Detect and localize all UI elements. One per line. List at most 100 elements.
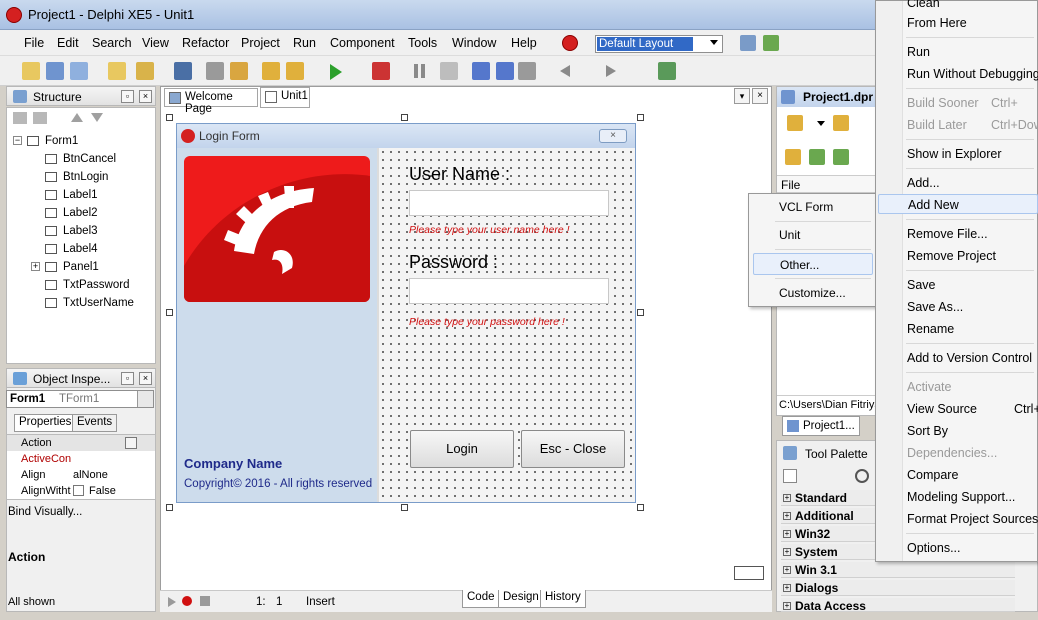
form-position-preview[interactable]	[734, 566, 764, 580]
save-all-icon[interactable]	[206, 62, 224, 80]
remove-from-project-icon[interactable]	[286, 62, 304, 80]
save-desktop-icon[interactable]	[740, 35, 756, 51]
back-arrow-icon[interactable]	[560, 65, 570, 77]
close-icon[interactable]: ×	[139, 372, 152, 385]
chevron-down-icon[interactable]	[817, 121, 825, 126]
open-project-icon[interactable]	[136, 62, 154, 80]
property-row[interactable]: Align alNone	[7, 467, 155, 483]
open-icon[interactable]	[108, 62, 126, 80]
tab-events[interactable]: Events	[72, 414, 118, 432]
file-column-header[interactable]: File	[777, 175, 875, 193]
menu-item-save[interactable]: Save	[878, 275, 1038, 295]
tree-item-form1[interactable]: − Form1	[11, 132, 151, 150]
menu-item-add[interactable]: Add...	[878, 173, 1038, 193]
step-over-icon[interactable]	[496, 62, 514, 80]
new-items-icon[interactable]	[22, 62, 40, 80]
menu-item-remove-file[interactable]: Remove File...	[878, 224, 1038, 244]
tab-unit1[interactable]: Unit1	[260, 87, 310, 108]
tab-welcome-page[interactable]: Welcome Page	[164, 88, 258, 115]
play-macro-icon[interactable]	[168, 597, 176, 607]
close-button[interactable]: ×	[599, 129, 627, 143]
tree-item[interactable]: TxtUserName	[11, 294, 151, 312]
menu-help[interactable]: Help	[511, 36, 537, 50]
menu-item-format-project-sources[interactable]: Format Project Sources...	[878, 509, 1038, 529]
tree-item[interactable]: BtnCancel	[11, 150, 151, 168]
activate-icon[interactable]	[787, 115, 803, 131]
collapse-icon[interactable]: −	[13, 136, 22, 145]
tree-item[interactable]: Label3	[11, 222, 151, 240]
tab-project-manager[interactable]: Project1...	[782, 416, 860, 436]
username-input[interactable]	[409, 190, 609, 216]
new-unit-icon[interactable]	[70, 62, 88, 80]
menu-edit[interactable]: Edit	[57, 36, 79, 50]
palette-category-dialogs[interactable]: + Dialogs	[781, 580, 1015, 596]
property-row[interactable]: Action	[7, 435, 155, 451]
menu-item-remove-project[interactable]: Remove Project	[878, 246, 1038, 266]
menu-item-rename[interactable]: Rename	[878, 319, 1038, 339]
login-form-window[interactable]: Login Form × Company Name Copyright© 201…	[176, 123, 636, 503]
login-button[interactable]: Login	[410, 430, 514, 468]
checkbox[interactable]	[73, 485, 84, 496]
menu-view[interactable]: View	[142, 36, 169, 50]
palette-category-data-access[interactable]: + Data Access	[781, 598, 1015, 613]
close-tab-icon[interactable]: ×	[752, 88, 768, 104]
tab-history[interactable]: History	[540, 590, 586, 608]
menu-item-view-source[interactable]: View Source Ctrl+	[878, 399, 1038, 419]
resize-handle[interactable]	[401, 504, 408, 511]
tab-design[interactable]: Design	[498, 590, 544, 608]
bind-visually-link[interactable]: Bind Visually...	[8, 506, 82, 518]
resize-handle[interactable]	[166, 504, 173, 511]
arrow-down-icon[interactable]	[91, 113, 103, 122]
menu-item-clean[interactable]: Clean	[878, 0, 1038, 13]
menu-search[interactable]: Search	[92, 36, 132, 50]
open-folder-icon[interactable]	[230, 62, 248, 80]
add-to-project-icon[interactable]	[262, 62, 280, 80]
sync-icon[interactable]	[785, 149, 801, 165]
desktop-layout-combo[interactable]: Default Layout	[595, 35, 723, 53]
run-icon[interactable]	[330, 64, 342, 80]
stop-icon[interactable]	[440, 62, 458, 80]
tree-item[interactable]: BtnLogin	[11, 168, 151, 186]
resize-handle[interactable]	[401, 114, 408, 121]
save-icon[interactable]	[174, 62, 192, 80]
tree-item[interactable]: TxtPassword	[11, 276, 151, 294]
menu-item-compare[interactable]: Compare	[878, 465, 1038, 485]
menu-project[interactable]: Project	[241, 36, 280, 50]
menu-item-options[interactable]: Options...	[878, 538, 1038, 558]
pin-icon[interactable]: ▫	[121, 372, 134, 385]
menu-item-save-as[interactable]: Save As...	[878, 297, 1038, 317]
tab-list-icon[interactable]: ▾	[734, 88, 750, 104]
resize-handle[interactable]	[166, 309, 173, 316]
object-selector-combo[interactable]: Form1 TForm1	[6, 390, 154, 408]
menu-item-run-without-debugging[interactable]: Run Without Debugging	[878, 64, 1038, 84]
menu-item-other[interactable]: Other...	[753, 253, 873, 275]
set-debug-desktop-icon[interactable]	[763, 35, 779, 51]
open-icon[interactable]	[833, 115, 849, 131]
expand-all-icon[interactable]	[809, 149, 825, 165]
tree-item[interactable]: + Panel1	[11, 258, 151, 276]
collapse-all-icon[interactable]	[833, 149, 849, 165]
chevron-down-icon[interactable]	[137, 391, 153, 407]
menu-item-show-in-explorer[interactable]: Show in Explorer	[878, 144, 1038, 164]
property-row[interactable]: AlignWitht False	[7, 483, 155, 499]
run-to-cursor-icon[interactable]	[518, 62, 536, 80]
pause-icon[interactable]	[414, 64, 418, 78]
new-form-icon[interactable]	[46, 62, 64, 80]
menu-item-sort-by[interactable]: Sort By	[878, 421, 1038, 441]
resize-handle[interactable]	[166, 114, 173, 121]
tab-code[interactable]: Code	[462, 590, 500, 608]
menu-item-vcl-form[interactable]: VCL Form	[753, 196, 873, 218]
menu-item-modeling-support[interactable]: Modeling Support...	[878, 487, 1038, 507]
trace-into-icon[interactable]	[472, 62, 490, 80]
resize-handle[interactable]	[637, 504, 644, 511]
help-contents-icon[interactable]	[658, 62, 676, 80]
menu-item-add-to-version-control[interactable]: Add to Version Control	[878, 348, 1038, 368]
run-without-debug-icon[interactable]	[372, 62, 390, 80]
tab-properties[interactable]: Properties	[14, 414, 77, 432]
tree-item[interactable]: Label2	[11, 204, 151, 222]
record-macro-icon[interactable]	[182, 596, 192, 606]
password-input[interactable]	[409, 278, 609, 304]
menu-component[interactable]: Component	[330, 36, 395, 50]
forward-arrow-icon[interactable]	[606, 65, 616, 77]
esc-close-button[interactable]: Esc - Close	[521, 430, 625, 468]
